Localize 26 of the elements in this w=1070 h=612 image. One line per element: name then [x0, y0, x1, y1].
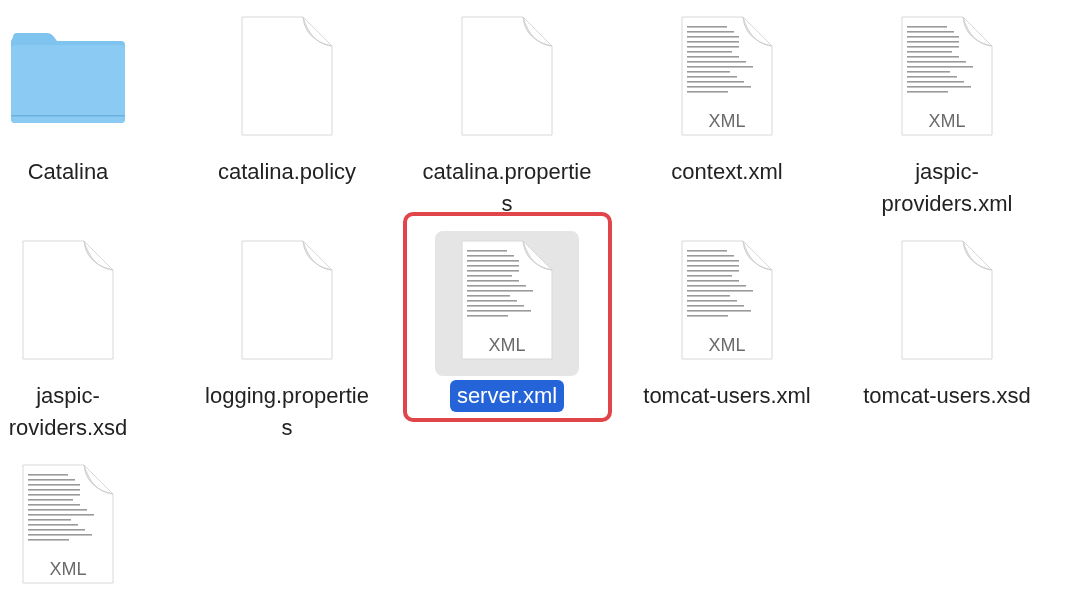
file-type-label: XML: [708, 335, 746, 356]
folder-icon[interactable]: [9, 31, 127, 126]
file-type-label: XML: [488, 335, 526, 356]
document-icon[interactable]: [681, 16, 773, 136]
file-name[interactable]: server.xml: [449, 380, 565, 412]
file-name[interactable]: context.xml: [671, 156, 783, 188]
document-icon[interactable]: [241, 240, 333, 360]
file-name[interactable]: catalina.propertie s: [422, 156, 592, 220]
document-icon[interactable]: [22, 240, 114, 360]
file-name[interactable]: logging.propertie s: [205, 380, 369, 444]
document-icon[interactable]: [241, 16, 333, 136]
file-name[interactable]: Catalina: [27, 156, 109, 188]
file-name[interactable]: jaspic- roviders.xsd: [8, 380, 128, 444]
document-icon[interactable]: [22, 464, 114, 584]
file-name[interactable]: tomcat-users.xml: [643, 380, 811, 412]
document-icon[interactable]: [461, 16, 553, 136]
document-icon[interactable]: [901, 16, 993, 136]
document-icon[interactable]: [681, 240, 773, 360]
file-name[interactable]: jaspic- providers.xml: [881, 156, 1013, 220]
file-type-label: XML: [928, 111, 966, 132]
document-icon[interactable]: [461, 240, 553, 360]
document-icon[interactable]: [901, 240, 993, 360]
file-name[interactable]: tomcat-users.xsd: [863, 380, 1031, 412]
file-name[interactable]: catalina.policy: [217, 156, 357, 188]
file-type-label: XML: [49, 559, 87, 580]
file-type-label: XML: [708, 111, 746, 132]
